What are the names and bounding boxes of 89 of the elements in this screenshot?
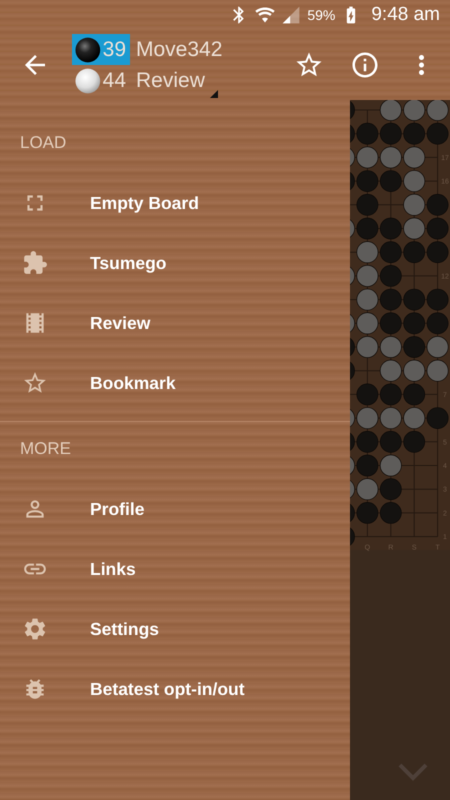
section-header: MORE <box>19 438 72 460</box>
stone-icon <box>75 36 101 64</box>
go-stone <box>403 218 426 240</box>
clock-time: 9:48 am <box>371 4 440 26</box>
go-stone <box>350 265 355 287</box>
go-stone <box>380 312 402 334</box>
wifi-icon <box>255 5 276 25</box>
go-stone <box>356 194 378 216</box>
go-stone <box>380 407 402 429</box>
go-stone <box>403 288 426 310</box>
go-stone <box>380 384 402 406</box>
info-button[interactable] <box>350 50 380 80</box>
go-stone <box>350 170 355 192</box>
go-stone <box>380 122 402 145</box>
menu-item[interactable]: Betatest opt-in/out <box>0 659 350 719</box>
go-stone <box>403 170 426 192</box>
go-stone <box>403 241 426 264</box>
go-stone <box>356 218 378 240</box>
go-stone <box>356 336 378 358</box>
go-stone <box>350 360 355 382</box>
go-stone <box>426 241 448 264</box>
capture-count: 39 <box>102 38 126 62</box>
more-icon <box>418 55 424 75</box>
go-stone <box>403 100 426 121</box>
go-stone <box>350 526 355 548</box>
go-stone <box>350 100 355 121</box>
menu-item[interactable]: Tsumego <box>0 233 350 293</box>
signal-icon <box>281 5 302 25</box>
go-stone <box>426 288 448 310</box>
go-stone <box>403 384 426 406</box>
go-stone <box>380 265 402 287</box>
go-stone <box>350 218 355 240</box>
go-stone <box>403 312 426 334</box>
go-stone <box>426 360 448 382</box>
go-stone <box>350 430 355 453</box>
go-stone <box>350 502 355 524</box>
menu-item[interactable]: Profile <box>0 479 350 539</box>
go-stone <box>350 336 355 358</box>
go-stone <box>350 146 355 168</box>
go-stone <box>350 407 355 429</box>
go-stone <box>380 336 402 358</box>
go-stone <box>403 360 426 382</box>
go-stone <box>380 360 402 382</box>
go-stone <box>426 336 448 358</box>
go-stone <box>380 430 402 453</box>
go-stone <box>403 336 426 358</box>
go-stone <box>403 122 426 145</box>
go-stone <box>426 218 448 240</box>
menu-item[interactable]: Settings <box>0 599 350 659</box>
go-stone <box>380 478 402 500</box>
go-stone <box>426 312 448 334</box>
go-stone <box>356 288 378 310</box>
go-stone <box>426 194 448 216</box>
go-stone <box>403 407 426 429</box>
settings-icon <box>22 616 48 642</box>
stone-icon <box>75 66 101 94</box>
menu-item[interactable]: Empty Board <box>0 173 350 233</box>
info-icon <box>350 50 380 80</box>
go-stone <box>380 288 402 310</box>
go-stone <box>426 407 448 429</box>
go-stone <box>380 218 402 240</box>
go-stone <box>403 194 426 216</box>
go-stone <box>350 312 355 334</box>
go-stone <box>380 502 402 524</box>
player-caption: Move342 <box>136 38 222 62</box>
menu-item[interactable]: Review <box>0 293 350 353</box>
go-stone <box>403 146 426 168</box>
go-stone <box>426 100 448 121</box>
go-stone <box>380 454 402 476</box>
section-header: LOAD <box>19 132 68 154</box>
puzzle-icon <box>22 250 48 276</box>
go-stone <box>426 122 448 145</box>
go-stone <box>403 430 426 453</box>
go-stone <box>380 170 402 192</box>
dropdown-corner-icon[interactable] <box>210 90 218 98</box>
capture-count: 44 <box>102 68 126 92</box>
menu-item[interactable]: Links <box>0 539 350 599</box>
battery-percentage: 59% <box>307 7 336 23</box>
go-stone <box>350 454 355 476</box>
go-stone <box>350 122 355 145</box>
go-stone <box>350 478 355 500</box>
go-stone <box>356 384 378 406</box>
player-caption: Review <box>136 68 205 92</box>
go-stone <box>356 241 378 264</box>
go-stone <box>356 454 378 476</box>
go-stone <box>380 241 402 264</box>
go-stone <box>380 100 402 121</box>
menu-item[interactable]: Bookmark <box>0 353 350 413</box>
go-stone <box>380 146 402 168</box>
